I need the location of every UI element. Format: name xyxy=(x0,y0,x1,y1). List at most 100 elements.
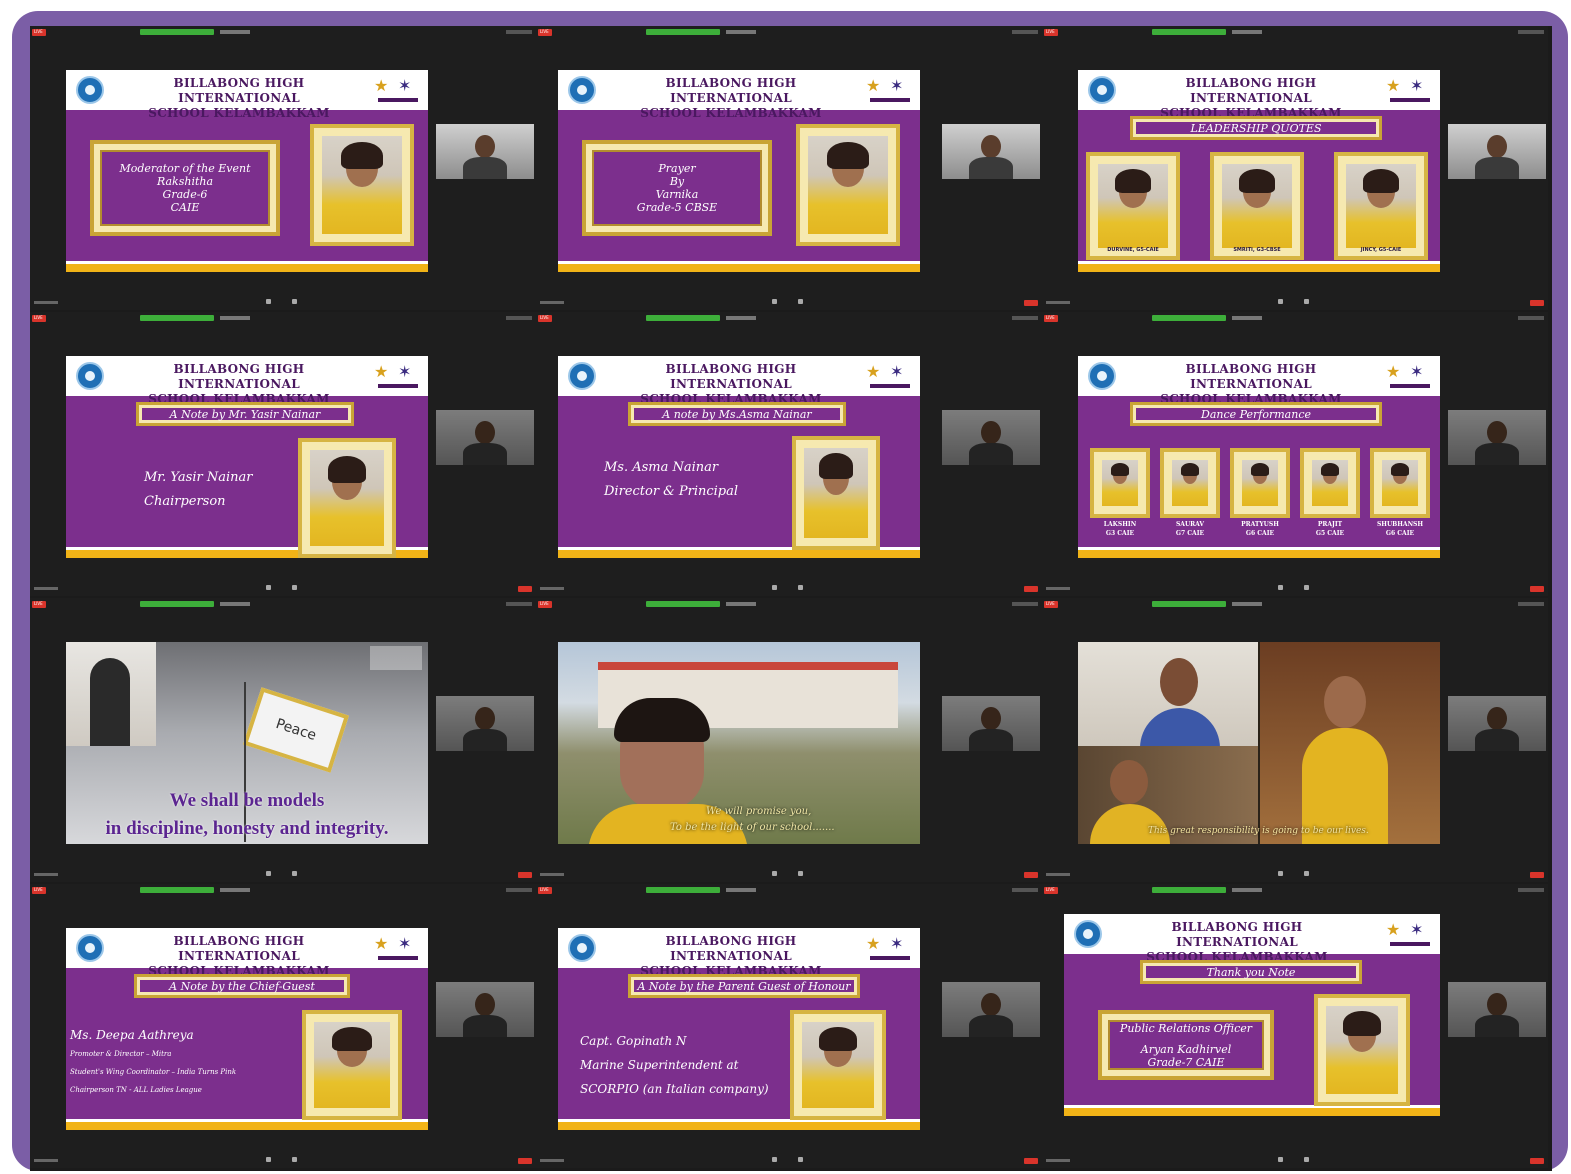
chat-icon[interactable] xyxy=(772,299,777,304)
view-options-button[interactable] xyxy=(1232,30,1262,34)
leave-button[interactable] xyxy=(1530,586,1544,592)
chat-icon[interactable] xyxy=(772,1157,777,1162)
audio-settings-button[interactable] xyxy=(540,873,564,876)
audio-settings-button[interactable] xyxy=(1046,1159,1070,1162)
view-options-button[interactable] xyxy=(1232,316,1262,320)
dancer-name: SAURAV xyxy=(1175,521,1205,528)
audio-settings-button[interactable] xyxy=(34,301,58,304)
exit-fullscreen-button[interactable] xyxy=(1012,602,1038,606)
raise-hand-icon[interactable] xyxy=(1304,871,1309,876)
exit-fullscreen-button[interactable] xyxy=(506,602,532,606)
participant-video[interactable] xyxy=(1448,696,1546,751)
participant-video[interactable] xyxy=(436,124,534,179)
leave-button[interactable] xyxy=(518,1158,532,1164)
raise-hand-icon[interactable] xyxy=(292,1157,297,1162)
view-options-button[interactable] xyxy=(220,888,250,892)
exit-fullscreen-button[interactable] xyxy=(506,30,532,34)
audio-settings-button[interactable] xyxy=(1046,301,1070,304)
participant-video[interactable] xyxy=(1448,124,1546,179)
exit-fullscreen-button[interactable] xyxy=(506,316,532,320)
chat-icon[interactable] xyxy=(266,299,271,304)
exit-fullscreen-button[interactable] xyxy=(1012,888,1038,892)
view-options-button[interactable] xyxy=(1232,888,1262,892)
chat-icon[interactable] xyxy=(266,585,271,590)
raise-hand-icon[interactable] xyxy=(292,871,297,876)
school-name: BILLABONG HIGH INTERNATIONAL SCHOOL KELAM… xyxy=(1112,920,1362,965)
raise-hand-icon[interactable] xyxy=(798,585,803,590)
dancer-name: LAKSHIN xyxy=(1103,521,1137,528)
audio-settings-button[interactable] xyxy=(34,873,58,876)
principal-photo xyxy=(792,436,880,550)
audio-settings-button[interactable] xyxy=(34,1159,58,1162)
view-options-button[interactable] xyxy=(220,30,250,34)
recording-banner xyxy=(1152,887,1226,893)
meeting-top-bar: LIVE xyxy=(536,598,1042,610)
raise-hand-icon[interactable] xyxy=(798,871,803,876)
exit-fullscreen-button[interactable] xyxy=(1518,316,1544,320)
exit-fullscreen-button[interactable] xyxy=(1012,316,1038,320)
participant-video[interactable] xyxy=(942,696,1040,751)
participant-video[interactable] xyxy=(436,982,534,1037)
chat-icon[interactable] xyxy=(772,871,777,876)
exit-fullscreen-button[interactable] xyxy=(1012,30,1038,34)
chat-icon[interactable] xyxy=(266,1157,271,1162)
participant-video[interactable] xyxy=(1448,982,1546,1037)
audio-settings-button[interactable] xyxy=(540,301,564,304)
participant-video[interactable] xyxy=(942,124,1040,179)
view-options-button[interactable] xyxy=(726,602,756,606)
recording-banner xyxy=(646,601,720,607)
view-options-button[interactable] xyxy=(726,888,756,892)
leave-button[interactable] xyxy=(1530,1158,1544,1164)
leave-button[interactable] xyxy=(1530,872,1544,878)
participant-video[interactable] xyxy=(1448,410,1546,465)
meeting-tile-5: LIVE BILLABONG HIGH INTERNATIONAL SCHOOL K… xyxy=(536,312,1042,596)
view-options-button[interactable] xyxy=(726,316,756,320)
exit-fullscreen-button[interactable] xyxy=(1518,888,1544,892)
school-name-line2: SCHOOL KELAMBAKKAM xyxy=(640,106,822,120)
raise-hand-icon[interactable] xyxy=(292,585,297,590)
leave-button[interactable] xyxy=(518,586,532,592)
audio-settings-button[interactable] xyxy=(1046,873,1070,876)
participant-video[interactable] xyxy=(436,696,534,751)
meeting-controls xyxy=(1042,868,1548,882)
raise-hand-icon[interactable] xyxy=(1304,585,1309,590)
leave-button[interactable] xyxy=(1024,872,1038,878)
raise-hand-icon[interactable] xyxy=(1304,1157,1309,1162)
chat-icon[interactable] xyxy=(772,585,777,590)
exit-fullscreen-button[interactable] xyxy=(1518,602,1544,606)
participant-video[interactable] xyxy=(436,410,534,465)
chat-icon[interactable] xyxy=(1278,299,1283,304)
chat-icon[interactable] xyxy=(1278,585,1283,590)
raise-hand-icon[interactable] xyxy=(1304,299,1309,304)
view-options-button[interactable] xyxy=(726,30,756,34)
participant-video[interactable] xyxy=(942,982,1040,1037)
audio-settings-button[interactable] xyxy=(1046,587,1070,590)
leave-button[interactable] xyxy=(1024,586,1038,592)
chat-icon[interactable] xyxy=(1278,1157,1283,1162)
meeting-top-bar: LIVE xyxy=(30,26,536,38)
moderator-photo xyxy=(310,124,414,246)
view-options-button[interactable] xyxy=(220,316,250,320)
raise-hand-icon[interactable] xyxy=(798,1157,803,1162)
raise-hand-icon[interactable] xyxy=(798,299,803,304)
dancer-photo xyxy=(1300,448,1360,518)
view-options-button[interactable] xyxy=(1232,602,1262,606)
meeting-controls xyxy=(536,868,1042,882)
section-title-box: A note by Ms.Asma Nainar xyxy=(628,402,846,426)
audio-settings-button[interactable] xyxy=(540,587,564,590)
raise-hand-icon[interactable] xyxy=(292,299,297,304)
live-label: LIVE xyxy=(540,315,549,320)
audio-settings-button[interactable] xyxy=(540,1159,564,1162)
chat-icon[interactable] xyxy=(1278,871,1283,876)
leave-button[interactable] xyxy=(1530,300,1544,306)
leave-button[interactable] xyxy=(1024,300,1038,306)
chat-icon[interactable] xyxy=(266,871,271,876)
participant-video[interactable] xyxy=(942,410,1040,465)
audio-settings-button[interactable] xyxy=(34,587,58,590)
leave-button[interactable] xyxy=(1024,1158,1038,1164)
leave-button[interactable] xyxy=(518,872,532,878)
view-options-button[interactable] xyxy=(220,602,250,606)
star-logo-icon: ★ xyxy=(374,362,389,381)
exit-fullscreen-button[interactable] xyxy=(1518,30,1544,34)
exit-fullscreen-button[interactable] xyxy=(506,888,532,892)
